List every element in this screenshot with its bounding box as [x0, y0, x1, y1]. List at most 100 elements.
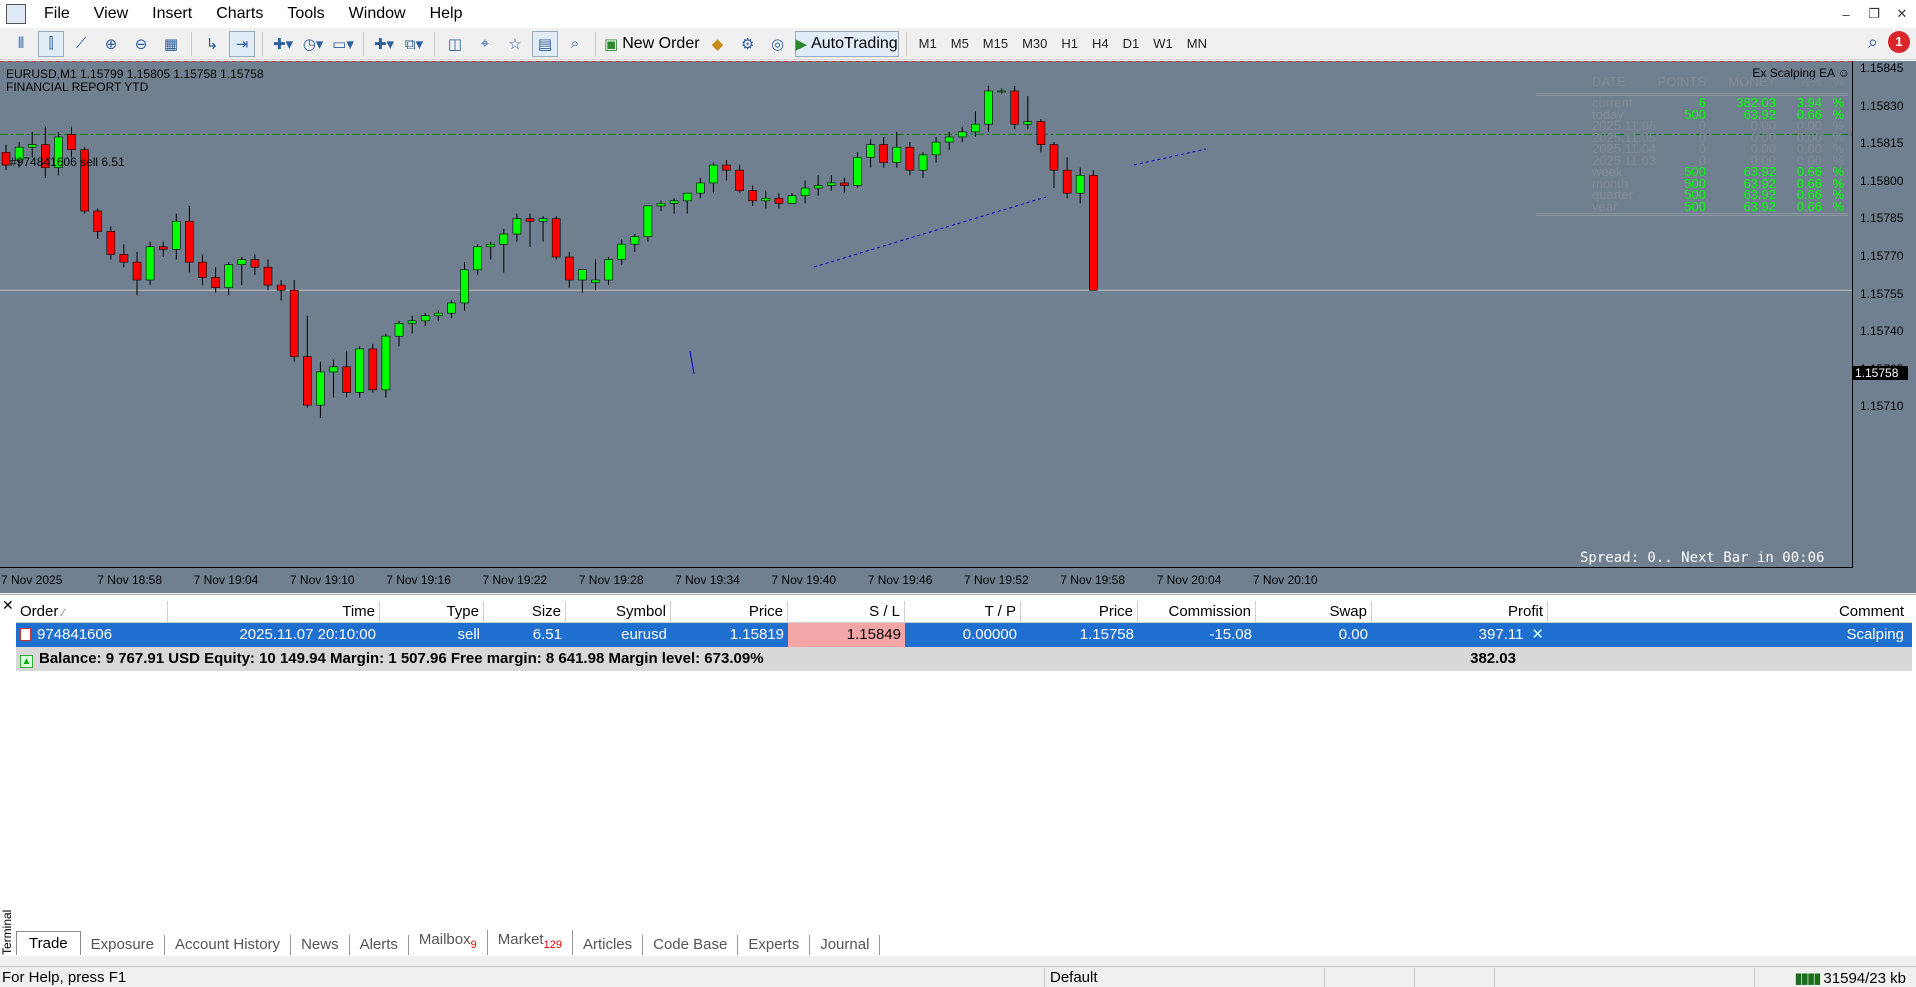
status-profile[interactable]: Default — [1050, 969, 1098, 986]
timeframe-mn[interactable]: MN — [1180, 31, 1214, 57]
tab-label: Alerts — [359, 936, 398, 953]
terminal-close-icon[interactable]: ✕ — [2, 597, 14, 614]
new-order-label: New Order — [622, 34, 700, 52]
zoom-in-icon[interactable]: ⊕ — [98, 31, 124, 57]
indicators-icon[interactable]: ✚▾ — [270, 31, 296, 57]
chart-shift-icon[interactable]: ⇥ — [229, 30, 255, 57]
tab-label: Articles — [582, 936, 633, 953]
tab-mailbox[interactable]: Mailbox9 — [409, 930, 488, 955]
menu-insert[interactable]: Insert — [140, 0, 204, 28]
order-stop-loss[interactable]: 1.15849 — [788, 623, 905, 647]
report-points: 500 — [1684, 198, 1706, 214]
mt4-window: File View Insert Charts Tools Window Hel… — [0, 0, 1916, 987]
strategy-tester-icon[interactable]: ⌕ — [562, 31, 588, 57]
order-current-price: 1.15758 — [1079, 626, 1134, 643]
templates-icon[interactable]: ▭▾ — [330, 31, 356, 57]
timeframe-m30[interactable]: M30 — [1015, 31, 1054, 57]
order-profit: 397.11 — [1478, 626, 1524, 643]
line-chart-icon[interactable]: ⟋ — [68, 31, 94, 57]
menu-view[interactable]: View — [82, 0, 140, 28]
tab-trade[interactable]: Trade — [16, 931, 81, 955]
tab-code-base[interactable]: Code Base — [643, 935, 739, 955]
vps-icon[interactable]: ⚙ — [735, 31, 761, 57]
tab-label: Exposure — [90, 936, 155, 953]
col-tp[interactable]: T / P — [905, 601, 1021, 622]
auto-scroll-icon[interactable]: ↳ — [199, 31, 225, 57]
close-icon[interactable]: ✕ — [1888, 6, 1916, 22]
order-open-price: 1.15819 — [729, 626, 784, 643]
terminal-side-text: Terminal — [0, 909, 14, 955]
time-axis-label: 7 Nov 19:16 — [386, 573, 451, 587]
col-swap[interactable]: Swap — [1256, 601, 1372, 622]
separator — [434, 31, 435, 56]
new-chart-icon[interactable]: ✚▾ — [371, 31, 397, 57]
autotrading-button[interactable]: ▶ AutoTrading — [794, 30, 899, 57]
col-price[interactable]: Price — [671, 601, 788, 622]
signals-icon[interactable]: ◎ — [765, 31, 791, 57]
chart-title: EURUSD,M1 1.15799 1.15805 1.15758 1.1575… — [6, 67, 264, 81]
col-comment[interactable]: Comment — [1548, 601, 1908, 622]
col-commission[interactable]: Commission — [1138, 601, 1256, 622]
tab-alerts[interactable]: Alerts — [350, 935, 409, 955]
navigator-icon[interactable]: ☆ — [502, 31, 528, 57]
col-time[interactable]: Time — [168, 601, 380, 622]
timeframe-h4[interactable]: H4 — [1085, 31, 1116, 57]
menu-charts[interactable]: Charts — [204, 0, 275, 28]
tile-windows-icon[interactable]: ▦ — [158, 31, 184, 57]
data-window-icon[interactable]: ⌖ — [472, 31, 498, 57]
time-axis-label: 7 Nov 19:40 — [771, 573, 837, 587]
col-size[interactable]: Size — [484, 601, 566, 622]
market-watch-icon[interactable]: ◫ — [442, 31, 468, 57]
status-bar: For Help, press F1 Default ▮▮▮▮ 31594/23 … — [0, 966, 1916, 987]
tab-exposure[interactable]: Exposure — [81, 935, 166, 955]
menu-help[interactable]: Help — [418, 0, 475, 28]
menu-tools[interactable]: Tools — [275, 0, 336, 28]
col-symbol[interactable]: Symbol — [566, 601, 671, 622]
col-profit[interactable]: Profit — [1372, 601, 1548, 622]
tab-journal[interactable]: Journal — [810, 935, 881, 955]
table-row[interactable]: 974841606 2025.11.07 20:10:00 sell 6.51 … — [16, 623, 1912, 647]
price-axis-label: 1.15770 — [1860, 249, 1904, 263]
timeframe-w1[interactable]: W1 — [1146, 31, 1180, 57]
timeframe-m1[interactable]: M1 — [912, 31, 944, 57]
notification-badge[interactable]: 1 — [1888, 31, 1910, 53]
close-order-icon[interactable]: ✕ — [1531, 623, 1544, 647]
bar-chart-icon[interactable]: ⫴ — [8, 31, 34, 57]
profiles-icon[interactable]: ⧉▾ — [401, 31, 427, 57]
price-axis-label: 1.15845 — [1860, 61, 1904, 75]
candlestick-chart-icon[interactable]: ⫿ — [38, 30, 64, 57]
restore-icon[interactable]: ❐ — [1860, 6, 1888, 22]
report-col-date: DATE — [1592, 74, 1626, 89]
tab-account-history[interactable]: Account History — [165, 935, 292, 955]
timeframe-d1[interactable]: D1 — [1116, 31, 1147, 57]
tab-market[interactable]: Market129 — [488, 930, 573, 955]
price-chart[interactable]: EURUSD,M1 1.15799 1.15805 1.15758 1.1575… — [0, 61, 1916, 593]
col-order[interactable]: Order ⁄ — [16, 601, 168, 622]
tab-experts[interactable]: Experts — [738, 935, 811, 955]
status-divider — [1414, 968, 1415, 987]
periods-icon[interactable]: ◷▾ — [300, 31, 326, 57]
separator — [191, 31, 192, 56]
zoom-out-icon[interactable]: ⊖ — [128, 31, 154, 57]
col-type[interactable]: Type — [380, 601, 484, 622]
timeframe-m5[interactable]: M5 — [944, 31, 976, 57]
menu-file[interactable]: File — [32, 0, 82, 28]
menu-window[interactable]: Window — [337, 0, 418, 28]
order-swap: 0.00 — [1338, 626, 1368, 643]
metaeditor-icon[interactable]: ◆ — [705, 31, 731, 57]
tab-articles[interactable]: Articles — [573, 935, 644, 955]
timeframe-h1[interactable]: H1 — [1054, 31, 1085, 57]
col-sl[interactable]: S / L — [788, 601, 905, 622]
col-current-price[interactable]: Price — [1021, 601, 1138, 622]
new-order-button[interactable]: ▣ New Order — [603, 31, 701, 57]
tab-news[interactable]: News — [291, 935, 350, 955]
order-commission: -15.08 — [1209, 626, 1252, 643]
terminal-icon[interactable]: ▤ — [532, 30, 558, 57]
connection-bars-icon: ▮▮▮▮ — [1794, 970, 1821, 987]
current-price-tag: 1.15758 — [1853, 366, 1908, 380]
sort-icon: ⁄ — [62, 607, 65, 619]
search-icon[interactable]: ⌕ — [1868, 32, 1878, 53]
order-take-profit[interactable]: 0.00000 — [905, 623, 1021, 647]
minimize-icon[interactable]: – — [1832, 7, 1860, 22]
timeframe-m15[interactable]: M15 — [976, 31, 1015, 57]
